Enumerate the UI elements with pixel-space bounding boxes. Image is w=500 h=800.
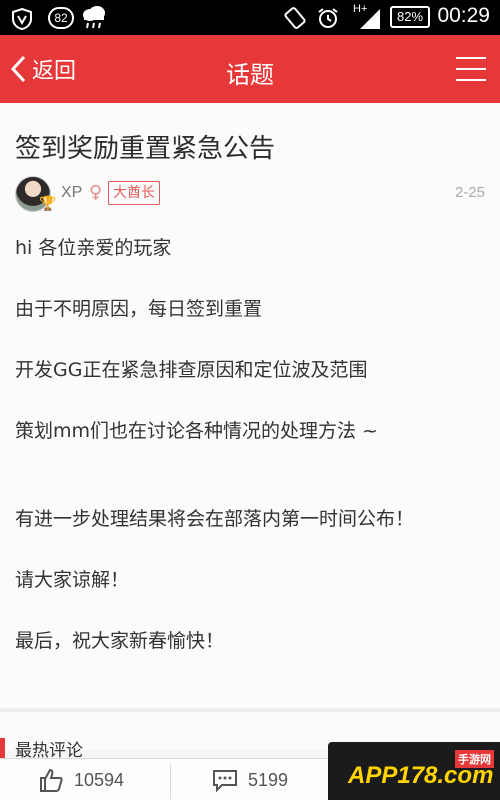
post-body-line: 策划mm们也在讨论各种情况的处理方法 ~ xyxy=(15,420,378,442)
site-watermark: 手游网 APP178.com xyxy=(328,742,500,800)
author-row: 🏆 XP ♀ 大酋长 2-25 xyxy=(15,176,485,216)
divider xyxy=(170,763,171,799)
post-body-line: hi 各位亲爱的玩家 xyxy=(15,237,172,259)
signal-icon xyxy=(360,9,380,29)
post-body-line: 开发GG正在紧急排查原因和定位波及范围 xyxy=(15,359,368,381)
cloud-rain-icon xyxy=(83,6,105,29)
post-body-line: 有进一步处理结果将会在部落内第一时间公布！ xyxy=(15,508,415,530)
comment-count: 5199 xyxy=(248,769,289,790)
screen-rotate-icon xyxy=(284,7,306,29)
like-button[interactable]: 10594 xyxy=(38,759,124,800)
top-nav-bar: 返回 话题 xyxy=(0,35,500,103)
post-date: 2-25 xyxy=(454,184,485,201)
post-body-line: 最后，祝大家新春愉快！ xyxy=(15,630,225,652)
trophy-icon: 🏆 xyxy=(39,196,57,212)
thumbs-up-icon xyxy=(40,768,63,792)
post-content: 签到奖励重置紧急公告 🏆 XP ♀ 大酋长 2-25 hi 各位亲爱的玩家 由于… xyxy=(0,103,500,708)
clock-time: 00:29 xyxy=(437,4,490,27)
notification-count-badge: 82 xyxy=(48,7,74,29)
hamburger-menu-icon[interactable] xyxy=(454,51,490,87)
female-gender-icon: ♀ xyxy=(89,182,103,203)
page-title: 话题 xyxy=(226,61,274,89)
watermark-text: APP178.com xyxy=(348,762,494,789)
post-body-line: 请大家谅解！ xyxy=(15,569,130,591)
rank-badge: 大酋长 xyxy=(108,181,160,205)
status-bar: 82 H+ 82% 00:29 xyxy=(0,0,500,35)
shield-v-icon xyxy=(12,7,32,31)
post-body-line: 由于不明原因，每日签到重置 xyxy=(15,298,263,320)
alarm-clock-icon xyxy=(318,8,338,28)
comment-button[interactable]: 5199 xyxy=(212,759,288,800)
battery-icon: 82% xyxy=(390,6,430,28)
section-accent-bar xyxy=(0,738,5,758)
comment-icon xyxy=(213,770,237,792)
like-count: 10594 xyxy=(74,769,125,790)
post-title: 签到奖励重置紧急公告 xyxy=(15,134,276,164)
author-name[interactable]: XP xyxy=(61,184,82,202)
